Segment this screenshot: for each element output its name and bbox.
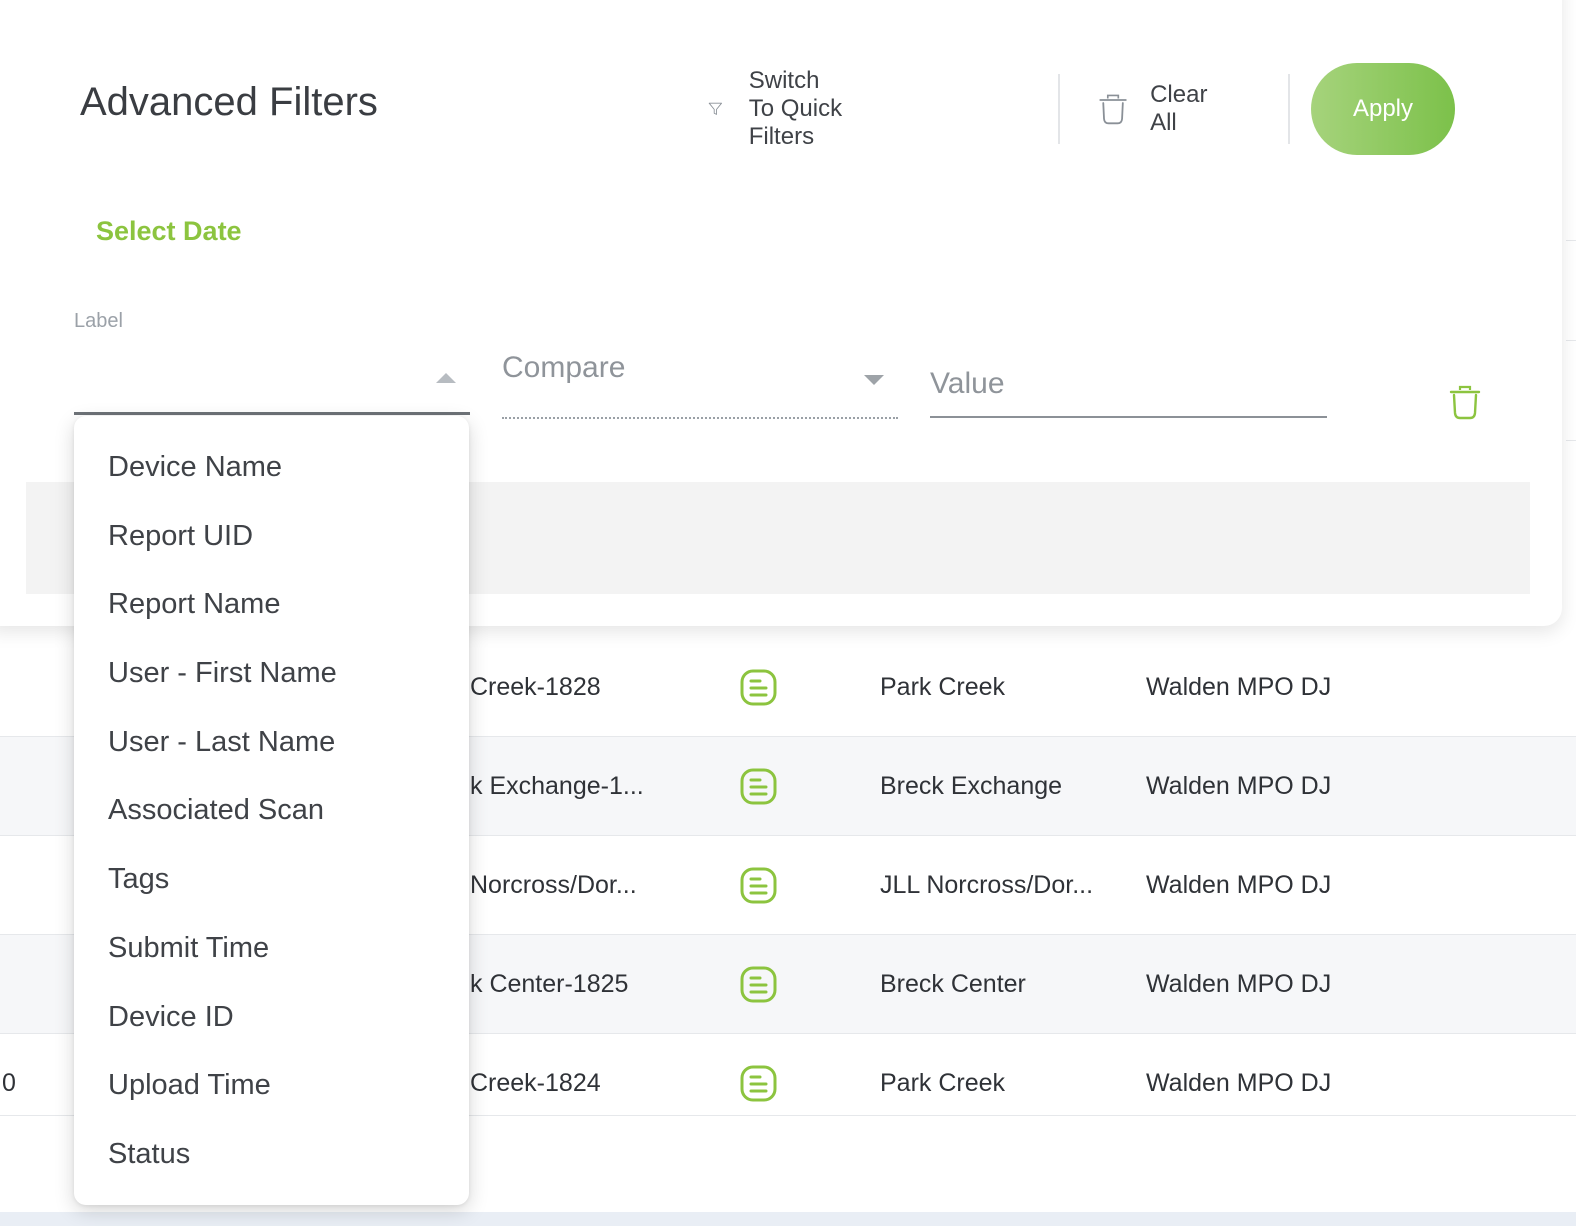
report-name-cell: Norcross/Dor... [470,871,637,899]
site-cell: Park Creek [880,1069,1006,1097]
option-report-uid[interactable]: Report UID [74,502,469,571]
user-cell: Walden MPO DJ [1146,673,1332,701]
row-id: 0 [2,1069,16,1097]
page-footer-strip [0,1212,1576,1226]
divider [1058,74,1060,144]
table-edge-dividers [1566,0,1576,640]
report-name-cell: Creek-1824 [470,1069,601,1097]
user-cell: Walden MPO DJ [1146,970,1332,998]
report-doc-icon[interactable] [740,1065,777,1102]
option-device-name[interactable]: Device Name [74,433,469,502]
delete-filter-row-icon[interactable] [1448,384,1482,420]
option-tags[interactable]: Tags [74,845,469,914]
site-cell: Breck Center [880,970,1026,998]
site-cell: Park Creek [880,673,1006,701]
switch-to-quick-filters-button[interactable]: Switch To Quick Filters [708,62,843,156]
apply-button[interactable]: Apply [1311,63,1455,155]
panel-title: Advanced Filters [80,80,378,124]
compare-placeholder: Compare [502,351,626,384]
option-user-first-name[interactable]: User - First Name [74,639,469,708]
select-date-link[interactable]: Select Date [96,216,242,247]
trash-icon [1099,94,1127,125]
switch-to-quick-filters-label: Switch To Quick Filters [748,67,843,150]
user-cell: Walden MPO DJ [1146,772,1332,800]
funnel-icon [708,102,722,115]
report-doc-icon[interactable] [740,966,777,1003]
clear-all-button[interactable]: Clear All [1098,62,1217,156]
clear-all-label: Clear All [1150,81,1208,136]
report-doc-icon[interactable] [740,669,777,706]
report-name-cell: Creek-1828 [470,673,601,701]
option-status[interactable]: Status [74,1120,469,1189]
report-doc-icon[interactable] [740,867,777,904]
report-name-cell: k Center-1825 [470,970,629,998]
label-select[interactable] [74,345,470,415]
option-report-name[interactable]: Report Name [74,570,469,639]
option-upload-time[interactable]: Upload Time [74,1051,469,1120]
option-submit-time[interactable]: Submit Time [74,914,469,983]
divider [1288,74,1290,144]
user-cell: Walden MPO DJ [1146,1069,1332,1097]
caret-up-icon [436,373,456,383]
compare-select[interactable]: Compare [502,345,898,419]
site-cell: Breck Exchange [880,772,1063,800]
user-cell: Walden MPO DJ [1146,871,1332,899]
label-dropdown-menu: Device Name Report UID Report Name User … [74,416,469,1205]
option-device-id[interactable]: Device ID [74,983,469,1052]
site-cell: JLL Norcross/Dor... [880,871,1094,899]
value-input[interactable] [930,352,1327,418]
option-user-last-name[interactable]: User - Last Name [74,708,469,777]
option-associated-scan[interactable]: Associated Scan [74,776,469,845]
label-field-label: Label [74,310,123,332]
report-doc-icon[interactable] [740,768,777,805]
report-name-cell: k Exchange-1... [470,772,644,800]
caret-down-icon [864,375,884,385]
